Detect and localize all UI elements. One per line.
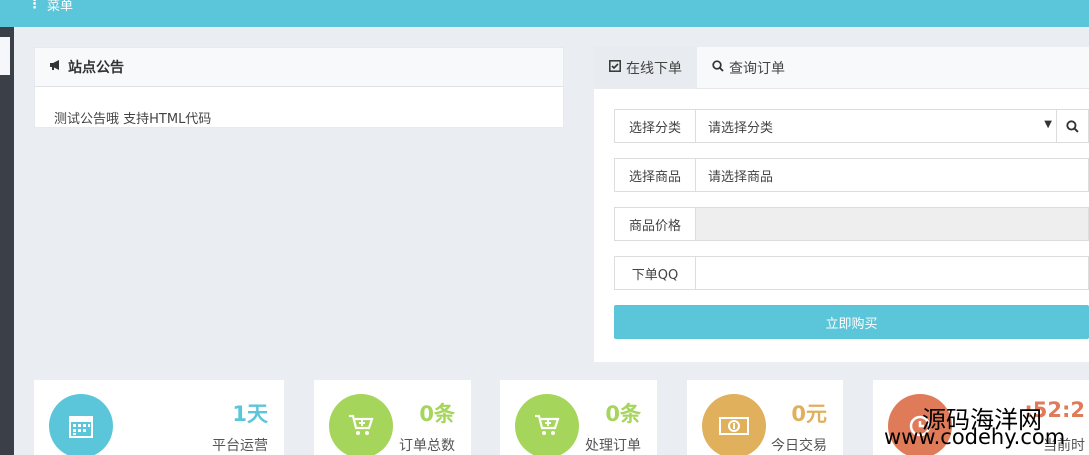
stat-label: 平台运营 bbox=[212, 438, 268, 454]
category-label: 选择分类 bbox=[614, 109, 696, 143]
sidebar bbox=[0, 27, 14, 455]
stat-label: 处理订单 bbox=[585, 438, 641, 454]
product-label: 选择商品 bbox=[614, 158, 696, 192]
check-square-icon bbox=[609, 60, 621, 76]
money-icon bbox=[702, 394, 766, 455]
stat-label: 今日交易 bbox=[771, 438, 827, 454]
menu-label: 菜单 bbox=[47, 0, 74, 14]
stat-value: 0条 bbox=[605, 402, 641, 426]
bars-icon: ⋮ bbox=[28, 0, 41, 12]
stat-card-today-trade: 0元 今日交易 bbox=[687, 380, 843, 455]
bullhorn-icon bbox=[49, 59, 62, 75]
notice-panel-header: 站点公告 bbox=[35, 48, 563, 87]
sidebar-active-item[interactable] bbox=[0, 37, 10, 75]
category-row: 选择分类 请选择分类 ▼ bbox=[614, 109, 1089, 143]
product-row: 选择商品 请选择商品 bbox=[614, 158, 1089, 192]
calendar-icon bbox=[49, 394, 113, 455]
qq-row: 下单QQ bbox=[614, 256, 1089, 290]
tab-online-order[interactable]: 在线下单 bbox=[594, 47, 697, 89]
notice-content: 测试公告哦 支持HTML代码 bbox=[54, 112, 212, 127]
price-field bbox=[696, 207, 1089, 241]
qq-input[interactable] bbox=[696, 256, 1089, 290]
menu-toggle[interactable]: ⋮ 菜单 bbox=[28, 0, 73, 14]
stat-card-uptime: 1天 平台运营 bbox=[34, 380, 284, 455]
category-select-value: 请选择分类 bbox=[708, 120, 774, 136]
top-navbar: ⋮ 菜单 bbox=[0, 0, 1089, 27]
product-select-value: 请选择商品 bbox=[708, 169, 774, 185]
order-panel: 在线下单 查询订单 选择分类 请选择分类 ▼ 选择商品 请选择商品 商品价格 下… bbox=[594, 47, 1089, 362]
stat-value: 0元 bbox=[791, 402, 827, 426]
tab-label: 查询订单 bbox=[729, 61, 785, 77]
stat-value: 1天 bbox=[232, 402, 268, 426]
tab-query-order[interactable]: 查询订单 bbox=[697, 47, 800, 89]
order-form: 选择分类 请选择分类 ▼ 选择商品 请选择商品 商品价格 下单QQ 立即购买 bbox=[614, 109, 1089, 339]
price-row: 商品价格 bbox=[614, 207, 1089, 241]
buy-now-button[interactable]: 立即购买 bbox=[614, 305, 1089, 339]
order-tabs: 在线下单 查询订单 bbox=[594, 47, 1089, 89]
category-search-button[interactable] bbox=[1056, 109, 1088, 143]
notice-panel: 站点公告 测试公告哦 支持HTML代码 bbox=[34, 47, 564, 128]
search-icon bbox=[712, 60, 724, 76]
watermark-url: www.codehy.com bbox=[884, 425, 1066, 449]
product-select[interactable]: 请选择商品 bbox=[696, 158, 1089, 192]
stat-card-processed-orders: 0条 处理订单 bbox=[500, 380, 657, 455]
stat-card-total-orders: 0条 订单总数 bbox=[314, 380, 471, 455]
stat-value: 0条 bbox=[419, 402, 455, 426]
tab-label: 在线下单 bbox=[626, 61, 682, 77]
cart-plus-icon bbox=[329, 394, 393, 455]
category-select[interactable]: 请选择分类 ▼ bbox=[696, 109, 1089, 143]
qq-label: 下单QQ bbox=[614, 256, 696, 290]
cart-plus-icon bbox=[515, 394, 579, 455]
site-watermark: 源码海洋网 www.codehy.com bbox=[884, 400, 1089, 455]
caret-down-icon: ▼ bbox=[1044, 119, 1052, 130]
price-label: 商品价格 bbox=[614, 207, 696, 241]
notice-title: 站点公告 bbox=[68, 60, 124, 76]
search-icon bbox=[1066, 119, 1079, 133]
stat-label: 订单总数 bbox=[399, 438, 455, 454]
